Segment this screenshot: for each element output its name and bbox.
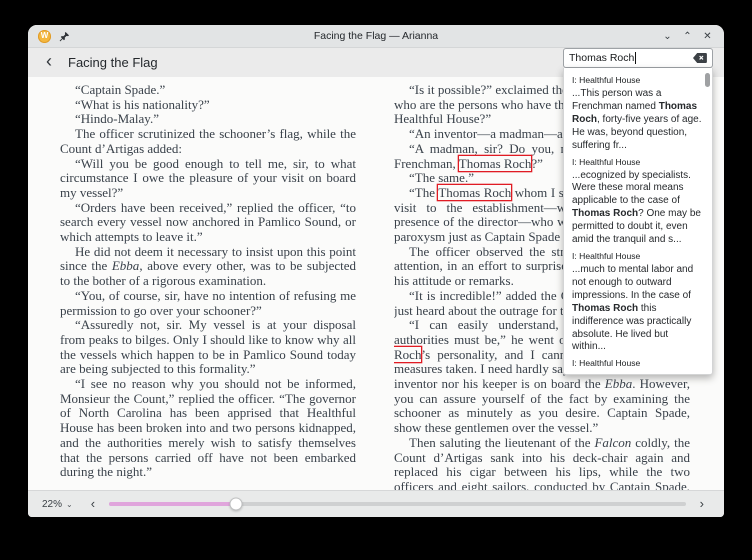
- search-result-item[interactable]: I: Healthful House ...This person was a F…: [572, 75, 703, 153]
- book-paragraph: “Hindo-Malay.”: [60, 112, 356, 127]
- next-page-button[interactable]: ›: [694, 496, 710, 513]
- book-title: Facing the Flag: [68, 55, 158, 70]
- search-result-item[interactable]: I: Healthful House ...ecognized by specia…: [572, 157, 703, 247]
- result-excerpt: ...This person was a Frenchman named Tho…: [572, 88, 703, 153]
- book-paragraph: “I see no reason why you should not be i…: [60, 377, 356, 480]
- search-query-text: Thomas Roch: [569, 52, 634, 64]
- book-paragraph: “You, of course, sir, have no intention …: [60, 289, 356, 318]
- book-paragraph: “Captain Spade.”: [60, 83, 356, 98]
- text-caret: [635, 52, 636, 64]
- close-icon[interactable]: ✕: [701, 30, 714, 43]
- page-column-left: “Captain Spade.”“What is his nationality…: [60, 83, 356, 490]
- search-result-item[interactable]: I: Healthful House ...much to mental labo…: [572, 251, 703, 354]
- search-match-highlight: Thomas Roch: [459, 156, 532, 171]
- slider-fill: [109, 502, 236, 506]
- search-input[interactable]: Thomas Roch: [563, 48, 713, 68]
- book-paragraph: “Assuredly not, sir. My vessel is at you…: [60, 318, 356, 377]
- result-excerpt: ...ecognized by specialists. Were these …: [572, 170, 703, 247]
- progress-slider[interactable]: [109, 502, 686, 506]
- search-popover: Thomas Roch I: Healthful House ...This pe…: [563, 48, 713, 375]
- book-paragraph: “What is his nationality?”: [60, 98, 356, 113]
- slider-handle[interactable]: [229, 498, 242, 511]
- search-match-highlight: Thomas Roch: [438, 185, 511, 200]
- result-section-label: I: Healthful House: [572, 157, 703, 167]
- result-section-label: I: Healthful House: [572, 358, 703, 368]
- progress-dropdown[interactable]: 22% ⌄: [42, 499, 73, 510]
- progress-value: 22%: [42, 499, 62, 510]
- search-results-list: I: Healthful House ...This person was a F…: [563, 68, 713, 375]
- back-button[interactable]: ‹: [40, 52, 58, 73]
- previous-page-button[interactable]: ‹: [85, 496, 101, 513]
- app-window: W Facing the Flag — Arianna ⌄ ⌃ ✕ ‹ Faci…: [28, 25, 724, 517]
- window-title: Facing the Flag — Arianna: [28, 30, 724, 42]
- book-paragraph: “Will you be good enough to tell me, sir…: [60, 157, 356, 201]
- book-paragraph: The officer scrutinized the schooner’s f…: [60, 127, 356, 156]
- minimize-icon[interactable]: ⌄: [661, 30, 674, 43]
- search-result-item[interactable]: I: Healthful House: [572, 358, 703, 368]
- chevron-down-icon: ⌄: [66, 500, 73, 509]
- book-paragraph: He did not deem it necessary to insist u…: [60, 245, 356, 289]
- scrollbar-thumb[interactable]: [705, 73, 710, 87]
- footer-bar: 22% ⌄ ‹ ›: [28, 490, 724, 517]
- book-paragraph: Then saluting the lieutenant of the Falc…: [394, 436, 690, 490]
- result-excerpt: ...much to mental labor and not enough t…: [572, 264, 703, 354]
- app-icon[interactable]: W: [38, 30, 51, 43]
- maximize-icon[interactable]: ⌃: [681, 30, 694, 43]
- result-section-label: I: Healthful House: [572, 75, 703, 85]
- result-section-label: I: Healthful House: [572, 251, 703, 261]
- window-titlebar[interactable]: W Facing the Flag — Arianna ⌄ ⌃ ✕: [28, 25, 724, 48]
- book-paragraph: “Orders have been received,” replied the…: [60, 201, 356, 245]
- clear-search-icon[interactable]: [693, 53, 707, 63]
- pin-icon[interactable]: [59, 31, 70, 42]
